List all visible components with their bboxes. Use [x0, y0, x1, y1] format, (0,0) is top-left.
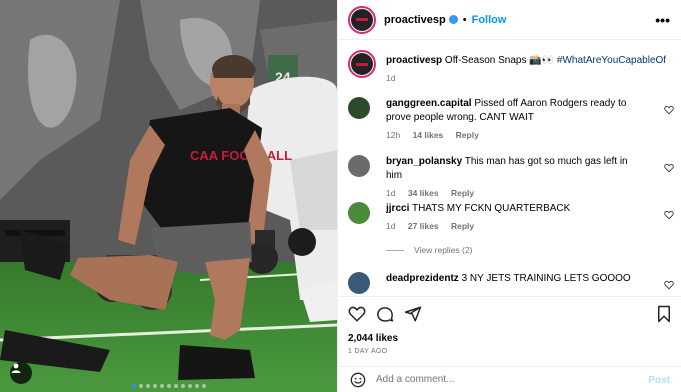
post-action-bar — [338, 296, 681, 330]
post-caption: proactivesp Off-Season Snaps 📸👀 #WhatAre… — [348, 50, 678, 94]
comment-likes[interactable]: 14 likes — [413, 130, 444, 140]
like-comment-heart-icon[interactable] — [664, 280, 674, 290]
commenter-avatar[interactable] — [348, 97, 370, 119]
caption-time: 1d — [386, 73, 396, 83]
commenter-avatar[interactable] — [348, 272, 370, 294]
comment-text: 3 NY JETS TRAINING LETS GOOOO — [461, 273, 631, 284]
more-options-icon[interactable]: ••• — [655, 12, 670, 28]
comment-item: deadprezidentz 3 NY JETS TRAINING LETS G… — [348, 272, 678, 295]
carousel-dot — [167, 384, 171, 388]
caption-hashtag[interactable]: #WhatAreYouCapableOf — [557, 55, 666, 66]
post-timestamp: 1 DAY AGO — [348, 348, 388, 355]
carousel-dot — [139, 384, 143, 388]
post-image-illustration: 24 CAA FOOTBALL — [0, 0, 337, 392]
carousel-dots — [132, 384, 206, 388]
like-comment-heart-icon[interactable] — [664, 163, 674, 173]
comment-item: jjrcci THATS MY FCKN QUARTERBACK 1d 27 l… — [348, 202, 678, 238]
reply-button[interactable]: Reply — [451, 221, 474, 231]
like-comment-heart-icon[interactable] — [664, 105, 674, 115]
comment-item: ganggreen.capital Pissed off Aaron Rodge… — [348, 97, 678, 145]
save-bookmark-icon[interactable] — [656, 305, 672, 323]
comment-time: 1d — [386, 221, 396, 231]
comment-username[interactable]: ganggreen.capital — [386, 98, 472, 109]
carousel-dot — [188, 384, 192, 388]
caption-avatar[interactable] — [348, 50, 376, 78]
profile-avatar[interactable] — [348, 5, 376, 34]
carousel-dot — [195, 384, 199, 388]
tagged-user-icon[interactable] — [10, 362, 32, 384]
reply-button[interactable]: Reply — [451, 188, 474, 198]
comment-username[interactable]: deadprezidentz — [386, 273, 459, 284]
instagram-post-modal: 24 CAA FOOTBALL proactivesp • Follow •••… — [0, 0, 681, 392]
commenter-avatar[interactable] — [348, 202, 370, 224]
view-replies-button[interactable]: View replies (2) — [386, 245, 472, 255]
shirt-logo: CAA FOOTBALL — [190, 148, 292, 163]
emoji-smiley-icon[interactable] — [350, 372, 366, 388]
carousel-dot — [160, 384, 164, 388]
carousel-dot — [181, 384, 185, 388]
likes-count[interactable]: 2,044 likes — [348, 333, 398, 344]
replies-divider — [386, 249, 404, 251]
reply-button[interactable]: Reply — [456, 130, 479, 140]
follow-button[interactable]: Follow — [472, 14, 507, 26]
like-comment-heart-icon[interactable] — [664, 210, 674, 220]
comment-username[interactable]: jjrcci — [386, 203, 409, 214]
comment-item: bryan_polansky This man has got so much … — [348, 155, 678, 198]
carousel-dot — [202, 384, 206, 388]
comment-text: THATS MY FCKN QUARTERBACK — [411, 203, 571, 214]
share-paper-plane-icon[interactable] — [404, 305, 422, 323]
comment-bubble-icon[interactable] — [376, 305, 394, 323]
verified-badge-icon — [448, 15, 458, 24]
post-comment-button[interactable]: Post — [648, 375, 670, 386]
comment-time: 12h — [386, 130, 401, 140]
comments-section[interactable]: proactivesp Off-Season Snaps 📸👀 #WhatAre… — [338, 40, 681, 295]
carousel-dot — [132, 384, 136, 388]
post-photo[interactable]: 24 CAA FOOTBALL — [0, 0, 337, 392]
caption-text: Off-Season Snaps 📸👀 — [444, 55, 555, 66]
view-replies-label[interactable]: View replies (2) — [414, 245, 472, 255]
carousel-dot — [153, 384, 157, 388]
comment-likes[interactable]: 34 likes — [408, 188, 439, 198]
post-header: proactivesp • Follow ••• — [338, 0, 681, 40]
post-username[interactable]: proactivesp — [384, 14, 446, 26]
comment-username[interactable]: bryan_polansky — [386, 156, 462, 167]
carousel-dot — [146, 384, 150, 388]
comment-likes[interactable]: 27 likes — [408, 221, 439, 231]
like-heart-icon[interactable] — [348, 305, 366, 323]
add-comment-bar: Post — [338, 366, 681, 392]
commenter-avatar[interactable] — [348, 155, 370, 177]
separator-dot: • — [462, 13, 467, 26]
add-comment-input[interactable] — [376, 374, 626, 385]
caption-username[interactable]: proactivesp — [386, 55, 442, 66]
post-side-panel: proactivesp • Follow ••• proactivesp Off… — [337, 0, 681, 392]
comment-time: 1d — [386, 188, 396, 198]
carousel-dot — [174, 384, 178, 388]
